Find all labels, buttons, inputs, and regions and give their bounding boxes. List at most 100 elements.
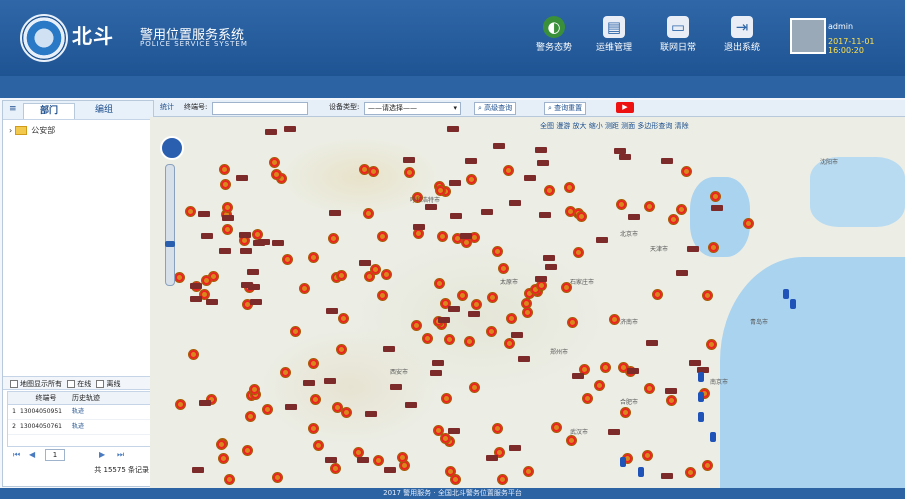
vehicle-marker-icon[interactable]: [447, 427, 460, 434]
police-marker-icon[interactable]: [362, 207, 374, 219]
show-all-checkbox[interactable]: [10, 380, 18, 388]
map-tool-pan[interactable]: 漫游: [556, 122, 570, 130]
police-marker-icon[interactable]: [522, 465, 534, 477]
vehicle-marker-icon[interactable]: [468, 311, 481, 318]
vehicle-marker-icon[interactable]: [358, 260, 371, 267]
track-link[interactable]: 轨迹: [72, 405, 112, 419]
police-marker-icon[interactable]: [492, 422, 504, 434]
vehicle-marker-icon[interactable]: [544, 263, 557, 270]
police-marker-icon[interactable]: [486, 291, 498, 303]
vehicle-marker-icon[interactable]: [438, 317, 451, 324]
vehicle-marker-icon[interactable]: [404, 401, 417, 408]
police-marker-icon[interactable]: [675, 203, 687, 215]
police-marker-icon[interactable]: [219, 178, 231, 190]
vehicle-marker-icon[interactable]: [192, 467, 205, 474]
prev-page-icon[interactable]: ◀: [29, 450, 35, 459]
vehicle-marker-icon[interactable]: [449, 179, 462, 186]
table-row[interactable]: 1 13004050951 轨迹: [8, 405, 150, 420]
vehicle-marker-icon[interactable]: [218, 248, 231, 255]
table-row[interactable]: 2 13004050761 轨迹: [8, 420, 150, 435]
offline-checkbox[interactable]: [96, 380, 105, 388]
vehicle-marker-icon[interactable]: [206, 298, 219, 305]
police-marker-icon[interactable]: [290, 325, 302, 337]
vehicle-marker-icon[interactable]: [283, 126, 296, 133]
nav-ops-management[interactable]: ▤ 运维管理: [584, 12, 644, 62]
vehicle-marker-icon[interactable]: [199, 400, 212, 407]
police-marker-icon[interactable]: [567, 316, 579, 328]
vehicle-marker-icon[interactable]: [446, 126, 459, 133]
police-marker-icon[interactable]: [433, 277, 445, 289]
police-marker-icon[interactable]: [308, 251, 320, 263]
nav-exit[interactable]: ⇥ 退出系统: [712, 12, 772, 62]
vehicle-marker-icon[interactable]: [480, 208, 493, 215]
vehicle-marker-icon[interactable]: [302, 379, 315, 386]
terminal-input[interactable]: [212, 102, 308, 115]
police-marker-icon[interactable]: [564, 181, 576, 193]
track-link[interactable]: 轨迹: [72, 420, 112, 434]
vehicle-marker-icon[interactable]: [518, 356, 531, 363]
police-marker-icon[interactable]: [615, 199, 627, 211]
vehicle-marker-icon[interactable]: [536, 159, 549, 166]
query-reset-button[interactable]: ⌕ 查询重置: [544, 102, 587, 115]
map-tool-zoomout[interactable]: 缩小: [589, 122, 603, 130]
map-tool-polygon-query[interactable]: 多边形查询: [637, 122, 672, 130]
police-marker-icon[interactable]: [443, 334, 455, 346]
vehicle-marker-icon[interactable]: [253, 239, 266, 246]
officer-marker-icon[interactable]: [698, 412, 704, 422]
vehicle-marker-icon[interactable]: [465, 157, 478, 164]
vehicle-marker-icon[interactable]: [324, 377, 337, 384]
officer-marker-icon[interactable]: [620, 457, 626, 467]
vehicle-marker-icon[interactable]: [646, 339, 659, 346]
vehicle-marker-icon[interactable]: [430, 370, 443, 377]
vehicle-marker-icon[interactable]: [325, 307, 338, 314]
advanced-query-button[interactable]: ⌕ 高级查询: [474, 102, 517, 115]
vehicle-marker-icon[interactable]: [660, 157, 673, 164]
last-page-icon[interactable]: ⏭: [117, 450, 124, 460]
map-tool-measure-area[interactable]: 测面: [621, 122, 635, 130]
vehicle-marker-icon[interactable]: [595, 236, 608, 243]
vehicle-marker-icon[interactable]: [390, 383, 403, 390]
vehicle-marker-icon[interactable]: [424, 203, 437, 210]
stats-button[interactable]: 统计: [160, 102, 174, 113]
police-marker-icon[interactable]: [544, 184, 556, 196]
police-marker-icon[interactable]: [175, 399, 187, 410]
police-marker-icon[interactable]: [498, 262, 510, 274]
police-marker-icon[interactable]: [221, 224, 233, 236]
map-tool-clear[interactable]: 清除: [675, 122, 689, 130]
vehicle-marker-icon[interactable]: [447, 305, 460, 312]
officer-marker-icon[interactable]: [698, 392, 704, 402]
vehicle-marker-icon[interactable]: [239, 231, 252, 238]
vehicle-marker-icon[interactable]: [249, 298, 262, 305]
police-marker-icon[interactable]: [743, 217, 755, 229]
vehicle-marker-icon[interactable]: [661, 473, 674, 480]
vehicle-marker-icon[interactable]: [687, 245, 700, 252]
police-marker-icon[interactable]: [223, 473, 235, 485]
vehicle-marker-icon[interactable]: [608, 429, 620, 436]
police-marker-icon[interactable]: [251, 228, 263, 240]
vehicle-marker-icon[interactable]: [492, 143, 505, 150]
zoom-slider-handle[interactable]: [165, 241, 175, 247]
police-marker-icon[interactable]: [245, 410, 257, 422]
police-marker-icon[interactable]: [665, 394, 677, 406]
vehicle-marker-icon[interactable]: [357, 457, 370, 464]
vehicle-marker-icon[interactable]: [675, 269, 688, 276]
police-marker-icon[interactable]: [680, 166, 692, 178]
vehicle-marker-icon[interactable]: [485, 455, 498, 462]
vehicle-marker-icon[interactable]: [364, 410, 377, 417]
nav-situation[interactable]: ◐ 警务态势: [524, 12, 584, 62]
vehicle-marker-icon[interactable]: [235, 175, 248, 182]
police-marker-icon[interactable]: [268, 157, 280, 169]
police-marker-icon[interactable]: [644, 200, 656, 212]
police-marker-icon[interactable]: [307, 357, 319, 369]
vehicle-marker-icon[interactable]: [571, 372, 584, 379]
police-marker-icon[interactable]: [396, 452, 408, 464]
vehicle-marker-icon[interactable]: [508, 200, 521, 207]
police-marker-icon[interactable]: [335, 269, 347, 281]
department-tree[interactable]: › 公安部: [9, 125, 55, 136]
vehicle-marker-icon[interactable]: [272, 240, 285, 247]
officer-marker-icon[interactable]: [783, 289, 789, 299]
police-marker-icon[interactable]: [502, 164, 514, 176]
vehicle-marker-icon[interactable]: [285, 403, 298, 410]
vehicle-marker-icon[interactable]: [534, 147, 547, 154]
police-marker-icon[interactable]: [486, 325, 498, 337]
